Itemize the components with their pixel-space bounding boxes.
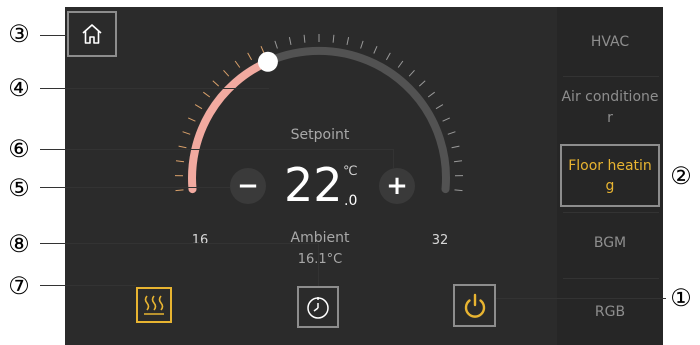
floor-heating-icon bbox=[144, 295, 164, 315]
dial-tick bbox=[427, 91, 435, 98]
dial-tick bbox=[260, 45, 265, 54]
dial-tick bbox=[454, 189, 463, 192]
callout-leader bbox=[40, 285, 136, 286]
callout-leader bbox=[40, 243, 319, 244]
dial-max-label: 32 bbox=[431, 233, 449, 248]
setpoint-knob bbox=[257, 51, 278, 72]
dial-tick bbox=[175, 189, 184, 192]
dial-tick bbox=[360, 40, 364, 49]
dial-tick bbox=[346, 36, 350, 46]
timer-button[interactable] bbox=[297, 286, 339, 328]
dial-tick bbox=[447, 131, 456, 135]
plus-icon: + bbox=[386, 171, 408, 201]
callout-leader bbox=[40, 88, 269, 89]
callout-2: ② bbox=[670, 162, 692, 190]
decrease-button[interactable]: − bbox=[230, 168, 266, 204]
callout-5: ⑤ bbox=[8, 174, 30, 202]
callout-leader bbox=[40, 149, 394, 150]
callout-leader bbox=[318, 243, 319, 286]
dial-tick bbox=[182, 131, 191, 135]
dial-tick bbox=[303, 34, 306, 43]
callout-6: ⑥ bbox=[8, 135, 30, 163]
dial-tick bbox=[234, 60, 241, 68]
callout-leader bbox=[393, 149, 394, 169]
dial-tick bbox=[178, 145, 187, 149]
dial-min-label: 16 bbox=[191, 233, 209, 248]
dial-tick bbox=[451, 145, 460, 149]
dial-tick bbox=[212, 80, 220, 87]
callout-1: ① bbox=[670, 284, 692, 312]
callout-3: ③ bbox=[8, 20, 30, 48]
setpoint-label: Setpoint bbox=[290, 127, 350, 143]
dial-tick bbox=[194, 104, 203, 110]
setpoint-decimal: .0 bbox=[344, 193, 358, 209]
dial-tick bbox=[175, 160, 185, 163]
dial-tick bbox=[274, 40, 278, 49]
callout-leader bbox=[496, 298, 666, 299]
dial-tick bbox=[187, 117, 196, 122]
increase-button[interactable]: + bbox=[379, 168, 415, 204]
temperature-unit: ℃ bbox=[343, 164, 358, 179]
callout-leader bbox=[40, 35, 67, 36]
callout-8: ⑧ bbox=[8, 230, 30, 258]
callout-4: ④ bbox=[8, 74, 30, 102]
power-button[interactable] bbox=[453, 284, 496, 327]
dial-tick bbox=[223, 69, 230, 77]
dial-tick bbox=[435, 104, 444, 110]
dial-tick bbox=[373, 45, 378, 54]
dial-tick bbox=[397, 60, 404, 68]
dial-tick bbox=[288, 36, 292, 46]
dial-tick bbox=[418, 80, 426, 87]
power-icon bbox=[464, 293, 485, 318]
minus-icon: − bbox=[237, 171, 259, 201]
dial-tick bbox=[385, 52, 391, 61]
dial-tick bbox=[247, 52, 253, 61]
floor-heating-mode-button[interactable] bbox=[136, 287, 172, 323]
dial-tick bbox=[442, 117, 451, 122]
ambient-value: 16.1°C bbox=[297, 252, 343, 267]
dial-tick bbox=[332, 34, 335, 43]
dial-tick bbox=[453, 160, 463, 163]
dial-tick bbox=[203, 91, 211, 98]
dial-tick bbox=[408, 69, 415, 77]
clock-icon bbox=[307, 297, 329, 319]
setpoint-value: 22 bbox=[284, 158, 343, 212]
callout-7: ⑦ bbox=[8, 272, 30, 300]
callout-leader bbox=[40, 187, 230, 188]
